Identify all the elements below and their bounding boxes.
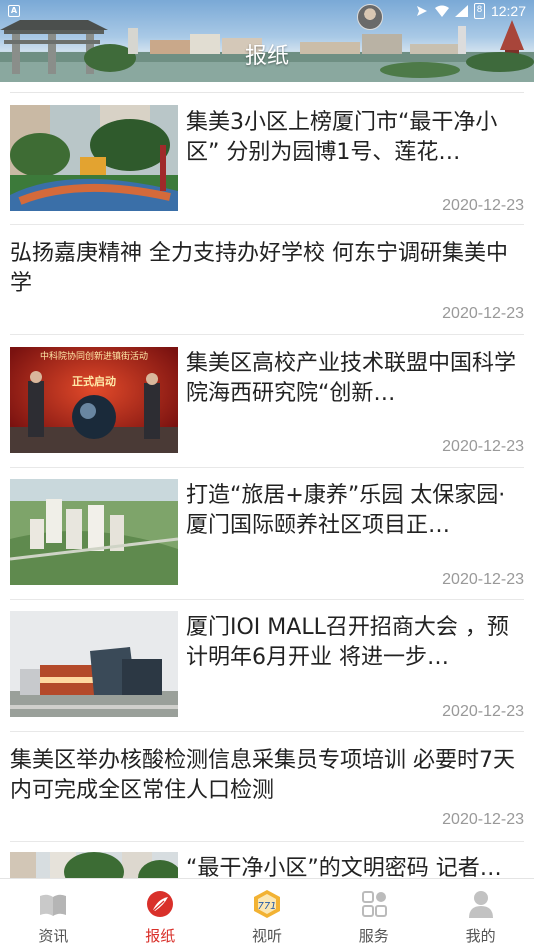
news-item[interactable]: 厦门IOI MALL召开招商大会 ，预计明年6月开业 将进一步… 2020-12…	[10, 600, 524, 732]
news-thumbnail	[10, 611, 178, 717]
news-title[interactable]: “最干净小区”的文明密码 记者…	[186, 854, 524, 878]
status-bar: A 8 12:27	[0, 0, 534, 22]
thumbnail-caption-line: 中科院协同创新进镇街活动	[40, 350, 148, 362]
bottom-nav: 资讯 报纸 771 视听 服务 我的	[0, 878, 534, 950]
wifi-icon	[434, 5, 449, 17]
tab-media[interactable]: 771 视听	[214, 879, 321, 950]
news-title[interactable]: 集美3小区上榜厦门市“最干净小区” 分别为园博1号、莲花…	[186, 108, 524, 168]
news-date: 2020-12-23	[442, 703, 524, 720]
news-date: 2020-12-23	[442, 305, 524, 322]
news-date: 2020-12-23	[442, 811, 524, 828]
news-thumbnail	[10, 479, 178, 585]
news-item[interactable]: “最干净小区”的文明密码 记者…	[10, 842, 524, 878]
clock: 12:27	[490, 3, 526, 19]
media-badge-icon: 771	[253, 890, 280, 918]
user-avatar[interactable]	[357, 4, 383, 30]
news-thumbnail: 中科院协同创新进镇街活动 正式启动	[10, 347, 178, 453]
news-list[interactable]: 集美3小区上榜厦门市“最干净小区” 分别为园博1号、莲花… 2020-12-23…	[0, 82, 534, 878]
thumbnail-caption-line: 正式启动	[72, 374, 116, 388]
tab-label: 我的	[465, 927, 496, 945]
tab-label: 视听	[251, 927, 282, 945]
svg-text:771: 771	[257, 901, 276, 912]
news-date: 2020-12-23	[442, 571, 524, 588]
tab-news[interactable]: 资讯	[0, 879, 107, 950]
news-item[interactable]: 打造“旅居+康养”乐园 太保家园·厦门国际颐养社区项目正… 2020-12-23	[10, 468, 524, 600]
news-title[interactable]: 打造“旅居+康养”乐园 太保家园·厦门国际颐养社区项目正…	[186, 481, 524, 541]
person-icon	[468, 891, 493, 918]
tab-label: 服务	[358, 927, 389, 945]
battery-icon: 8	[473, 3, 485, 19]
book-icon	[40, 894, 67, 916]
cell-signal-icon	[454, 5, 468, 17]
news-item[interactable]: 中科院协同创新进镇街活动 正式启动 集美区高校产业技术联盟中国科学院海西研究院“…	[10, 335, 524, 468]
page-title: 报纸	[244, 44, 289, 69]
news-item[interactable]: 集美3小区上榜厦门市“最干净小区” 分别为园博1号、莲花… 2020-12-23	[10, 94, 524, 225]
tab-profile[interactable]: 我的	[427, 879, 534, 950]
news-title[interactable]: 弘扬嘉庚精神 全力支持办好学校 何东宁调研集美中学	[10, 239, 524, 299]
header-banner: A 8 12:27 报纸	[0, 0, 534, 82]
news-date: 2020-12-23	[442, 197, 524, 214]
news-thumbnail	[10, 105, 178, 211]
battery-level: 8	[476, 5, 483, 15]
news-title[interactable]: 厦门IOI MALL召开招商大会 ，预计明年6月开业 将进一步…	[186, 613, 524, 673]
tab-label: 报纸	[145, 927, 176, 945]
tab-services[interactable]: 服务	[320, 879, 427, 950]
newspaper-feather-icon	[147, 891, 174, 917]
tab-label: 资讯	[38, 927, 69, 945]
tab-newspaper[interactable]: 报纸	[107, 879, 214, 950]
news-date: 2020-12-23	[442, 438, 524, 455]
news-item[interactable]: 集美区举办核酸检测信息采集员专项培训 必要时7天内可完成全区常住人口检测 202…	[10, 732, 524, 842]
list-top-divider	[10, 92, 524, 93]
news-title[interactable]: 集美区举办核酸检测信息采集员专项培训 必要时7天内可完成全区常住人口检测	[10, 746, 524, 806]
location-icon	[416, 6, 427, 16]
news-thumbnail	[10, 852, 178, 878]
news-item[interactable]: 弘扬嘉庚精神 全力支持办好学校 何东宁调研集美中学 2020-12-23	[10, 225, 524, 335]
grid-apps-icon	[361, 891, 387, 917]
news-title[interactable]: 集美区高校产业技术联盟中国科学院海西研究院“创新…	[186, 349, 524, 409]
app-notification-icon: A	[8, 5, 20, 17]
